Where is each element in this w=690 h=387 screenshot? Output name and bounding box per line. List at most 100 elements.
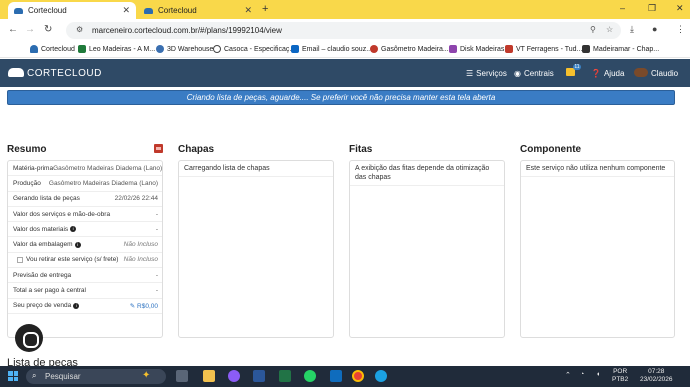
chapas-text: Carregando lista de chapas	[179, 161, 333, 177]
word-icon[interactable]	[253, 370, 265, 382]
componente-text: Este serviço não utiliza nenhum componen…	[521, 161, 674, 177]
summary-row: Valor da embalagem i Não Incluso	[8, 237, 162, 253]
windows-start-icon[interactable]	[8, 371, 18, 381]
url-text[interactable]: marceneiro.cortecloud.com.br/#/plans/199…	[92, 26, 282, 35]
bookmark-item[interactable]: Casoca - Especificaç...	[213, 45, 295, 53]
bookmark-star-icon[interactable]: ☆	[606, 25, 613, 34]
disk-madeiras-icon	[449, 45, 457, 53]
info-icon[interactable]: i	[70, 226, 77, 233]
download-icon[interactable]: ⤓	[630, 24, 634, 35]
nav-ajuda[interactable]: ❓ Ajuda	[591, 69, 624, 78]
info-icon[interactable]: i	[74, 241, 81, 248]
summary-row: Produção Gasômetro Madeiras Diadema (Lano…	[8, 176, 162, 192]
chrome-icon[interactable]	[352, 370, 364, 382]
sparkle-icon: ✦	[142, 370, 151, 381]
nav-servicos[interactable]: ☰ Serviços	[466, 69, 507, 78]
email-icon	[291, 45, 299, 53]
tab-title: Cortecloud	[158, 6, 197, 15]
close-tab-icon[interactable]: ✕	[122, 5, 130, 16]
info-icon[interactable]: i	[73, 302, 80, 309]
restore-button[interactable]: ❐	[648, 3, 656, 14]
summary-row: Seu preço de venda i ✎ R$0,00	[8, 299, 162, 314]
chapas-panel: Carregando lista de chapas	[178, 160, 334, 338]
warehouse-icon	[156, 45, 164, 53]
nav-user[interactable]: Claudio	[651, 69, 678, 78]
vt-ferragens-icon	[505, 45, 513, 53]
address-bar[interactable]: ⚙ marceneiro.cortecloud.com.br/#/plans/1…	[66, 22, 621, 39]
casoca-icon	[213, 45, 221, 53]
translate-icon[interactable]: ⚲	[590, 25, 596, 34]
site-info-icon[interactable]: ⚙	[76, 25, 83, 34]
reload-icon[interactable]: ↻	[44, 24, 52, 35]
summary-row: Total a ser pago à central -	[8, 283, 162, 299]
app-navbar: CORTECLOUD ☰ Serviços ◉ Centrais 11 ❓ Ajuda…	[0, 59, 690, 87]
close-tab-icon[interactable]: ✕	[244, 5, 252, 16]
file-explorer-icon[interactable]	[203, 370, 215, 382]
summary-row: Previsão de entrega -	[8, 268, 162, 284]
fitas-title: Fitas	[349, 144, 373, 155]
browser-tab-strip: Cortecloud ✕ Cortecloud ✕ + – ❐ ✕	[0, 0, 690, 19]
madeiramar-icon	[582, 45, 590, 53]
search-icon: ⌕	[32, 371, 37, 380]
bookmark-item[interactable]: Cortecloud	[30, 45, 75, 53]
task-view-icon[interactable]	[176, 370, 188, 382]
network-icon[interactable]: ◔	[580, 371, 584, 378]
taskbar-search[interactable]: ⌕ Pesquisar ✦	[26, 369, 166, 384]
pdf-icon[interactable]	[154, 144, 163, 153]
cortecloud-logo-icon	[8, 68, 24, 77]
back-icon[interactable]: ←	[8, 24, 18, 35]
language-indicator[interactable]: POR PTB2	[612, 368, 628, 384]
pickup-checkbox[interactable]	[17, 256, 23, 263]
outlook-icon[interactable]	[330, 370, 342, 382]
componente-panel: Este serviço não utiliza nenhum componen…	[520, 160, 675, 338]
cortecloud-favicon-icon	[14, 7, 23, 14]
browser-tab[interactable]: Cortecloud ✕	[138, 2, 258, 19]
summary-row: Gerando lista de peças 22/02/26 22:44	[8, 192, 162, 207]
menu-icon[interactable]: ⋮	[676, 24, 685, 35]
list-icon: ☰	[466, 69, 474, 78]
resumo-title: Resumo	[7, 144, 47, 155]
notification-count-badge: 11	[573, 64, 581, 70]
bookmarks-bar: Cortecloud Leo Madeiras - A M... 3D Ware…	[0, 42, 690, 58]
profile-icon[interactable]: ●	[652, 24, 657, 34]
bookmark-item[interactable]: VT Ferragens - Tud...	[505, 45, 582, 53]
cloud-icon	[30, 45, 38, 53]
tray-chevron-icon[interactable]: ⌃	[565, 371, 571, 379]
edit-icon: ✎	[129, 302, 138, 310]
help-icon: ❓	[591, 69, 601, 78]
cortecloud-favicon-icon	[144, 7, 153, 14]
summary-row: Valor dos serviços e mão-de-obra -	[8, 207, 162, 223]
avatar[interactable]	[634, 68, 648, 77]
chat-icon[interactable]	[15, 324, 43, 352]
new-tab-button[interactable]: +	[262, 3, 268, 15]
chapas-title: Chapas	[178, 144, 215, 155]
bookmark-item[interactable]: Disk Madeiras	[449, 45, 504, 53]
bookmark-item[interactable]: Gasômetro Madeira...	[370, 45, 449, 53]
volume-icon[interactable]: ◖	[596, 371, 600, 378]
edge-icon[interactable]	[375, 370, 387, 382]
clock[interactable]: 07:28 23/02/2026	[640, 368, 673, 384]
bookmark-item[interactable]: Email – claudio souz...	[291, 45, 372, 53]
whatsapp-icon[interactable]	[304, 370, 316, 382]
leo-madeiras-icon	[78, 45, 86, 53]
sale-price-link[interactable]: ✎ R$0,00	[130, 302, 158, 310]
bookmark-item[interactable]: Leo Madeiras - A M...	[78, 45, 155, 53]
componente-title: Componente	[520, 144, 582, 155]
gasometro-icon	[370, 45, 378, 53]
app-logo[interactable]: CORTECLOUD	[27, 68, 102, 79]
search-placeholder: Pesquisar	[45, 372, 81, 381]
globe-icon: ◉	[514, 69, 521, 78]
nav-centrais[interactable]: ◉ Centrais	[514, 69, 554, 78]
status-banner: Criando lista de peças, aguarde.... Se p…	[7, 90, 675, 105]
close-window-button[interactable]: ✕	[676, 3, 684, 14]
resumo-panel: Matéria-prima Gasômetro Madeiras Diadema …	[7, 160, 163, 338]
minimize-button[interactable]: –	[620, 3, 625, 13]
forward-icon[interactable]: →	[25, 24, 35, 35]
browser-tab-active[interactable]: Cortecloud ✕	[8, 2, 136, 19]
bookmark-item[interactable]: Madeiramar - Chap...	[582, 45, 659, 53]
excel-icon[interactable]	[279, 370, 291, 382]
summary-row: Valor dos materiais i -	[8, 222, 162, 238]
bookmark-item[interactable]: 3D Warehouse	[156, 45, 213, 53]
windows-taskbar: ⌕ Pesquisar ✦ ⌃ ◔ ◖ POR PTB2 07:28 23/02/2…	[0, 366, 690, 387]
copilot-icon[interactable]	[228, 370, 240, 382]
